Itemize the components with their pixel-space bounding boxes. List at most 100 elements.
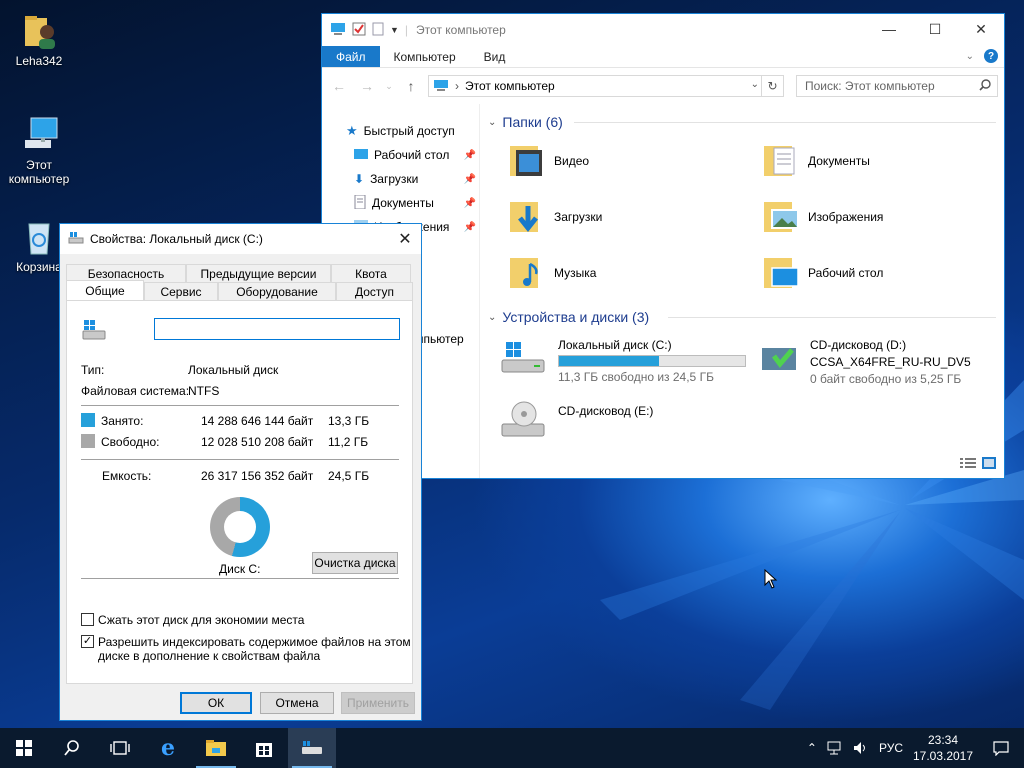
tab-row-bottom: Общие Сервис Оборудование Доступ: [66, 280, 413, 300]
chevron-up-icon[interactable]: ⌃: [802, 741, 822, 755]
devices-group-header[interactable]: ⌄ Устройства и диски (3): [488, 307, 649, 327]
type-label: Тип:: [81, 363, 105, 377]
minimize-button[interactable]: —: [866, 14, 912, 44]
desktop-icon-this-pc[interactable]: Этот компьютер: [2, 114, 76, 186]
properties-quick-icon[interactable]: [352, 22, 366, 39]
folder-video[interactable]: Видео: [508, 136, 748, 186]
cancel-button[interactable]: Отмена: [260, 692, 334, 714]
nav-label: Загрузки: [370, 172, 419, 186]
drive-name: CD-дисковод (D:): [810, 338, 907, 352]
desktop-folder-icon: [354, 148, 368, 163]
tab-previous-versions[interactable]: Предыдущие версии: [186, 264, 331, 282]
chevron-down-icon: ⌄: [488, 311, 497, 323]
drive-name: Локальный диск (C:): [558, 338, 672, 352]
group-title: Папки (6): [502, 114, 563, 130]
folder-downloads[interactable]: Загрузки: [508, 192, 748, 242]
drive-name: CD-дисковод (E:): [558, 404, 654, 418]
folder-music[interactable]: Музыка: [508, 248, 748, 298]
free-bytes: 12 028 510 208 байт: [201, 435, 314, 449]
dialog-title: Свойства: Локальный диск (C:): [90, 232, 263, 246]
clock[interactable]: 23:34 17.03.2017: [908, 732, 978, 764]
drive-usage-fill: [559, 356, 660, 366]
tab-hardware[interactable]: Оборудование: [218, 282, 336, 300]
drive-c[interactable]: Локальный диск (C:) 11,3 ГБ свободно из …: [500, 338, 746, 384]
folder-pictures[interactable]: Изображения: [762, 192, 1002, 242]
tab-view[interactable]: Вид: [470, 46, 520, 67]
language-indicator[interactable]: РУС: [874, 741, 908, 755]
address-dropdown-icon[interactable]: ⌄: [751, 79, 759, 90]
taskbar-edge[interactable]: e: [144, 728, 192, 768]
nav-label: Документы: [372, 196, 434, 210]
nav-item-downloads[interactable]: ⬇ Загрузки 📌: [354, 168, 476, 190]
tab-computer[interactable]: Компьютер: [380, 46, 470, 67]
desktop-icon-label: Leha342: [15, 54, 63, 68]
taskbar-file-explorer[interactable]: [192, 728, 240, 768]
compress-checkbox[interactable]: [81, 613, 94, 626]
tab-general[interactable]: Общие: [66, 280, 144, 300]
computer-icon: [330, 22, 346, 39]
general-tab-panel: Тип: Локальный диск Файловая система: NT…: [66, 300, 413, 684]
tab-sharing[interactable]: Доступ: [336, 282, 413, 300]
nav-item-desktop[interactable]: Рабочий стол 📌: [354, 144, 476, 166]
address-bar[interactable]: › Этот компьютер ⌄ ↻: [428, 75, 784, 97]
pin-icon: 📌: [463, 221, 476, 233]
folder-name: Музыка: [554, 266, 597, 280]
search-input[interactable]: Поиск: Этот компьютер: [796, 75, 998, 97]
close-button[interactable]: ✕: [958, 14, 1004, 44]
pictures-folder-icon: [762, 196, 800, 239]
taskbar-properties[interactable]: [288, 728, 336, 768]
tab-file[interactable]: Файл: [322, 46, 380, 67]
chevron-down-icon: ⌄: [488, 116, 497, 128]
windows-drive-icon: [500, 338, 548, 384]
help-icon[interactable]: ?: [984, 49, 998, 63]
folder-desktop[interactable]: Рабочий стол: [762, 248, 1002, 298]
expand-ribbon-icon[interactable]: ⌄: [966, 51, 974, 62]
start-button[interactable]: [0, 728, 48, 768]
nav-item-documents[interactable]: Документы 📌: [354, 192, 476, 214]
apply-button[interactable]: Применить: [341, 692, 415, 714]
clock-date: 17.03.2017: [912, 749, 974, 763]
index-checkbox[interactable]: ✓: [81, 635, 94, 648]
folders-group-header[interactable]: ⌄ Папки (6): [488, 112, 563, 132]
pin-icon: 📌: [463, 173, 476, 185]
large-icons-view-icon[interactable]: [982, 457, 996, 472]
properties-dialog: Свойства: Локальный диск (C:) ✕ Безопасн…: [59, 223, 422, 721]
folder-name: Загрузки: [554, 210, 603, 224]
recent-locations-button[interactable]: ⌄: [384, 75, 394, 97]
nav-label: Рабочий стол: [374, 148, 450, 162]
free-label: Свободно:: [101, 435, 160, 449]
compress-label: Сжать этот диск для экономии места: [98, 613, 305, 627]
forward-button[interactable]: →: [356, 75, 378, 97]
details-view-icon[interactable]: [960, 457, 976, 472]
up-button[interactable]: ↑: [400, 75, 422, 97]
folder-documents[interactable]: Документы: [762, 136, 1002, 186]
new-folder-quick-icon[interactable]: [372, 22, 384, 39]
explorer-titlebar: ▼ | Этот компьютер — ☐ ✕: [322, 14, 1004, 46]
network-icon[interactable]: [822, 741, 848, 755]
taskbar-store[interactable]: [240, 728, 288, 768]
chevron-down-icon[interactable]: ▼: [390, 25, 399, 35]
search-button[interactable]: [48, 728, 96, 768]
tab-quota[interactable]: Квота: [331, 264, 411, 282]
ok-button[interactable]: ОК: [180, 692, 252, 714]
maximize-button[interactable]: ☐: [912, 14, 958, 44]
back-button[interactable]: ←: [328, 75, 350, 97]
tab-tools[interactable]: Сервис: [144, 282, 218, 300]
drive-name-input[interactable]: [154, 318, 400, 340]
store-icon: [256, 743, 272, 757]
used-space-swatch: [81, 413, 95, 427]
task-view-button[interactable]: [96, 728, 144, 768]
drive-d[interactable]: CD-дисковод (D:) CCSA_X64FRE_RU-RU_DV5 0…: [760, 338, 971, 386]
dialog-close-button[interactable]: ✕: [389, 224, 421, 254]
volume-icon[interactable]: [848, 741, 874, 755]
windows-logo-icon: [16, 740, 32, 756]
drive-e[interactable]: CD-дисковод (E:): [500, 400, 653, 443]
action-center-icon[interactable]: [978, 740, 1024, 756]
mouse-cursor-icon: [764, 569, 778, 589]
desktop-icon-user[interactable]: Leha342: [2, 10, 76, 68]
search-icon: [64, 740, 79, 756]
file-explorer-icon: [206, 740, 226, 756]
disk-cleanup-button[interactable]: Очистка диска: [312, 552, 398, 574]
nav-quick-access[interactable]: ★ Быстрый доступ: [346, 120, 476, 142]
refresh-button[interactable]: ↻: [761, 76, 783, 96]
